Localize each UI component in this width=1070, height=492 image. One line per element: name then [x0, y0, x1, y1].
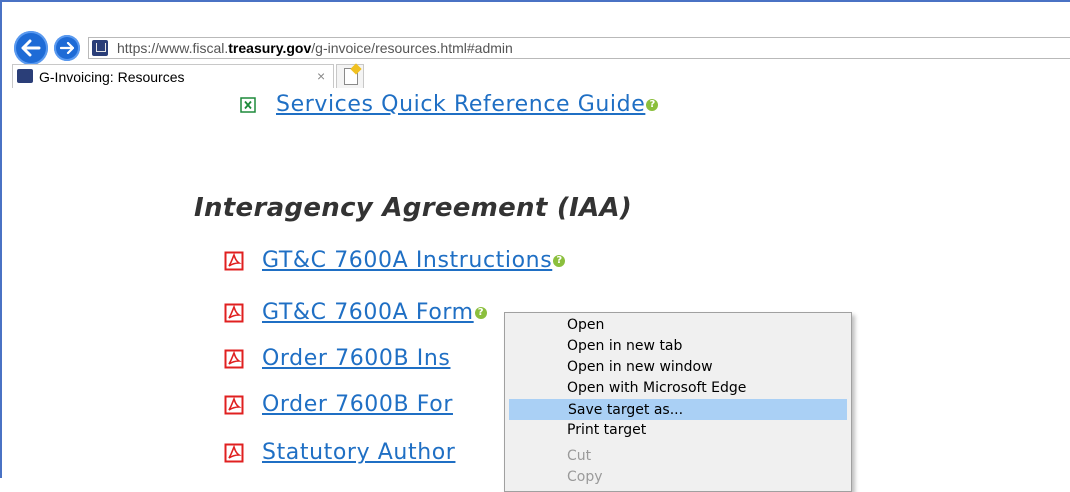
- menu-item-open-in-new-tab[interactable]: Open in new tab: [509, 336, 847, 357]
- order-7600b-instructions-link[interactable]: Order 7600B Ins: [262, 346, 450, 371]
- pdf-file-icon: [224, 395, 244, 415]
- address-bar[interactable]: https://www.fiscal.treasury.gov/g-invoic…: [88, 37, 1070, 59]
- menu-item-open[interactable]: Open: [509, 315, 847, 336]
- arrow-right-icon: [60, 42, 74, 54]
- arrow-left-icon: [21, 39, 41, 57]
- pdf-file-icon: [224, 303, 244, 323]
- url-domain: treasury.gov: [228, 40, 312, 56]
- link-row-services-quick-reference: Services Quick Reference Guide ?: [238, 92, 659, 117]
- section-heading-iaa: Interagency Agreement (IAA): [194, 193, 633, 223]
- services-quick-reference-link[interactable]: Services Quick Reference Guide: [276, 92, 645, 117]
- site-favicon-icon: [92, 40, 108, 56]
- url-path: /g-invoice/resources.html#admin: [311, 40, 513, 56]
- menu-item-cut[interactable]: Cut: [509, 446, 847, 467]
- help-icon[interactable]: ?: [474, 306, 487, 319]
- pdf-file-icon: [224, 349, 244, 369]
- browser-window: https://www.fiscal.treasury.gov/g-invoic…: [0, 0, 1070, 492]
- menu-item-print-target[interactable]: Print target: [509, 420, 847, 441]
- excel-file-icon: [238, 95, 258, 115]
- menu-item-open-with-edge[interactable]: Open with Microsoft Edge: [509, 378, 847, 399]
- pdf-file-icon: [224, 251, 244, 271]
- url-text[interactable]: https://www.fiscal.treasury.gov/g-invoic…: [117, 40, 513, 57]
- close-tab-icon[interactable]: ×: [317, 68, 325, 84]
- tab-strip: G-Invoicing: Resources ×: [12, 63, 1070, 88]
- link-row-order-7600b-form: Order 7600B For: [224, 392, 453, 417]
- new-tab-button[interactable]: [336, 63, 364, 88]
- context-menu: Open Open in new tab Open in new window …: [504, 312, 852, 492]
- help-icon[interactable]: ?: [646, 98, 659, 111]
- gtc-7600a-form-link[interactable]: GT&C 7600A Form: [262, 300, 474, 325]
- link-row-gtc-7600a-form: GT&C 7600A Form ?: [224, 300, 487, 325]
- url-scheme: https://www.fiscal.: [117, 40, 229, 56]
- tab-g-invoicing-resources[interactable]: G-Invoicing: Resources ×: [12, 64, 334, 88]
- order-7600b-form-link[interactable]: Order 7600B For: [262, 392, 453, 417]
- tab-title: G-Invoicing: Resources: [39, 69, 185, 85]
- menu-item-save-target-as[interactable]: Save target as...: [509, 399, 847, 420]
- menu-item-open-in-new-window[interactable]: Open in new window: [509, 357, 847, 378]
- forward-button[interactable]: [54, 35, 80, 61]
- link-row-order-7600b-instructions: Order 7600B Ins: [224, 346, 450, 371]
- link-row-statutory-authority: Statutory Author: [224, 440, 455, 465]
- help-icon[interactable]: ?: [553, 254, 566, 267]
- navigation-bar: https://www.fiscal.treasury.gov/g-invoic…: [12, 31, 1070, 65]
- gtc-7600a-instructions-link[interactable]: GT&C 7600A Instructions: [262, 248, 552, 273]
- tab-favicon-icon: [17, 69, 33, 83]
- link-row-gtc-7600a-instructions: GT&C 7600A Instructions ?: [224, 248, 566, 273]
- statutory-authority-link[interactable]: Statutory Author: [262, 440, 455, 465]
- pdf-file-icon: [224, 443, 244, 463]
- back-button[interactable]: [14, 31, 48, 65]
